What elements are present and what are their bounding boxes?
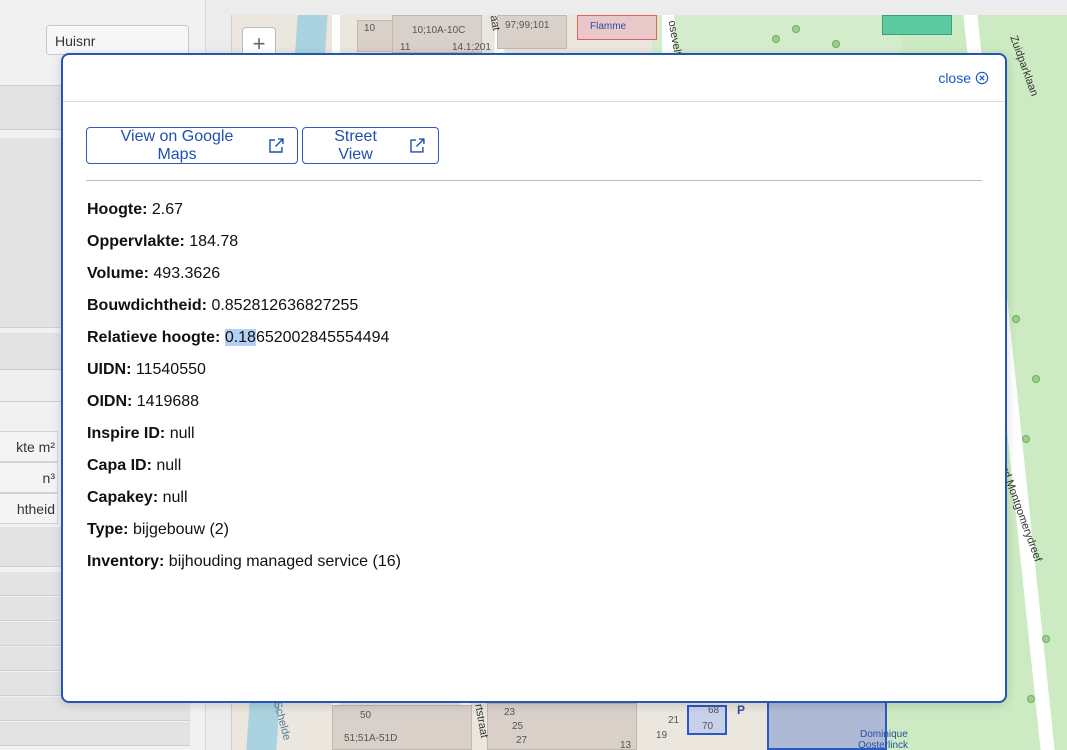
poi-oosterlinck-label: Oosterlinck bbox=[858, 740, 909, 750]
tree bbox=[832, 40, 840, 48]
poi-dominique-label: Dominique bbox=[860, 729, 908, 740]
huisnr-field[interactable]: Huisnr bbox=[46, 25, 189, 55]
property-oppervlakte: Oppervlakte: 184.78 bbox=[87, 232, 401, 264]
property-value: 0.852812636827255 bbox=[211, 297, 359, 314]
property-label: Inventory: bbox=[87, 553, 165, 570]
property-value: 2.67 bbox=[151, 201, 184, 218]
property-label: Inspire ID: bbox=[87, 425, 166, 442]
property-label: Volume: bbox=[87, 265, 149, 282]
left-panel-label: htheid bbox=[0, 493, 58, 524]
property-value: 184.78 bbox=[189, 233, 239, 250]
street-view-button[interactable]: Street View bbox=[302, 127, 439, 164]
property-label: Hoogte: bbox=[87, 201, 148, 218]
map-label: 10;10A-10C bbox=[412, 25, 466, 36]
divider bbox=[86, 180, 982, 181]
tree bbox=[1012, 315, 1020, 323]
map-label: 23 bbox=[504, 707, 516, 718]
map-label: 19 bbox=[656, 730, 668, 741]
property-type: Type: bijgebouw (2) bbox=[87, 520, 401, 552]
map-label: 50 bbox=[360, 710, 372, 721]
property-label: Capakey: bbox=[87, 489, 159, 506]
property-label: Type: bbox=[87, 521, 129, 538]
close-button[interactable]: close bbox=[938, 70, 989, 86]
left-panel-label: kte m² bbox=[0, 431, 58, 462]
property-value: null bbox=[156, 457, 182, 474]
building-details-modal: close View on Google Maps Street View Ho… bbox=[61, 53, 1007, 703]
map-label: 68 bbox=[708, 705, 720, 716]
property-label: Bouwdichtheid: bbox=[87, 297, 207, 314]
property-value: 1419688 bbox=[136, 393, 200, 410]
property-inventory: Inventory: bijhouding managed service (1… bbox=[87, 552, 401, 584]
close-circle-icon bbox=[975, 71, 989, 85]
huisnr-label: Huisnr bbox=[55, 33, 96, 49]
left-panel-label: n³ bbox=[0, 462, 58, 493]
close-label: close bbox=[938, 70, 971, 86]
property-value: 652002845554494 bbox=[255, 329, 390, 346]
map-label: 70 bbox=[702, 721, 714, 732]
map-label: 97;99;101 bbox=[505, 20, 550, 31]
map-label: 51;51A-51D bbox=[344, 733, 398, 744]
building bbox=[882, 15, 952, 35]
property-value: null bbox=[162, 489, 188, 506]
property-value: bijgebouw (2) bbox=[132, 521, 229, 538]
tree bbox=[1022, 435, 1030, 443]
map-label: 27 bbox=[516, 735, 528, 746]
map-label: 13 bbox=[620, 740, 632, 750]
property-oidn: OIDN: 1419688 bbox=[87, 392, 401, 424]
map-label: 11 bbox=[400, 42, 411, 53]
map-label: 21 bbox=[668, 715, 680, 726]
parking-icon: P bbox=[737, 703, 746, 717]
tree bbox=[1032, 375, 1040, 383]
property-list: Hoogte: 2.67 Oppervlakte: 184.78 Volume:… bbox=[87, 200, 401, 584]
left-panel-row bbox=[0, 722, 190, 746]
street-view-button-label: Street View bbox=[334, 127, 377, 163]
property-label: Oppervlakte: bbox=[87, 233, 185, 250]
tree bbox=[1027, 695, 1035, 703]
property-bouwdichtheid: Bouwdichtheid: 0.852812636827255 bbox=[87, 296, 401, 328]
property-label: OIDN: bbox=[87, 393, 133, 410]
map-label: 10 bbox=[364, 23, 376, 34]
property-capa-id: Capa ID: null bbox=[87, 456, 401, 488]
property-value: 493.3626 bbox=[153, 265, 221, 282]
tree bbox=[772, 35, 780, 43]
property-capakey: Capakey: null bbox=[87, 488, 401, 520]
external-link-icon bbox=[410, 137, 425, 153]
modal-header: close bbox=[63, 55, 1005, 102]
google-maps-button[interactable]: View on Google Maps bbox=[86, 127, 298, 164]
property-hoogte: Hoogte: 2.67 bbox=[87, 200, 401, 232]
external-link-icon bbox=[269, 137, 284, 153]
property-relatieve-hoogte: Relatieve hoogte: 0.18652002845554494 bbox=[87, 328, 401, 360]
property-value: bijhouding managed service (16) bbox=[168, 553, 401, 570]
property-label: Relatieve hoogte: bbox=[87, 329, 221, 346]
property-uidn: UIDN: 11540550 bbox=[87, 360, 401, 392]
map-label: 25 bbox=[512, 721, 524, 732]
property-inspire-id: Inspire ID: null bbox=[87, 424, 401, 456]
poi-flamme-label: Flamme bbox=[590, 21, 627, 32]
tree bbox=[1042, 635, 1050, 643]
property-value: 11540550 bbox=[135, 361, 206, 378]
property-label: UIDN: bbox=[87, 361, 132, 378]
property-value: null bbox=[169, 425, 195, 442]
google-maps-button-label: View on Google Maps bbox=[120, 127, 234, 163]
property-volume: Volume: 493.3626 bbox=[87, 264, 401, 296]
external-links: View on Google Maps Street View bbox=[86, 127, 439, 164]
map-label: 14.1;201 bbox=[452, 42, 491, 53]
street-label: aat bbox=[487, 15, 502, 32]
tree bbox=[792, 25, 800, 33]
selected-text: 0.18 bbox=[224, 329, 256, 346]
property-label: Capa ID: bbox=[87, 457, 152, 474]
